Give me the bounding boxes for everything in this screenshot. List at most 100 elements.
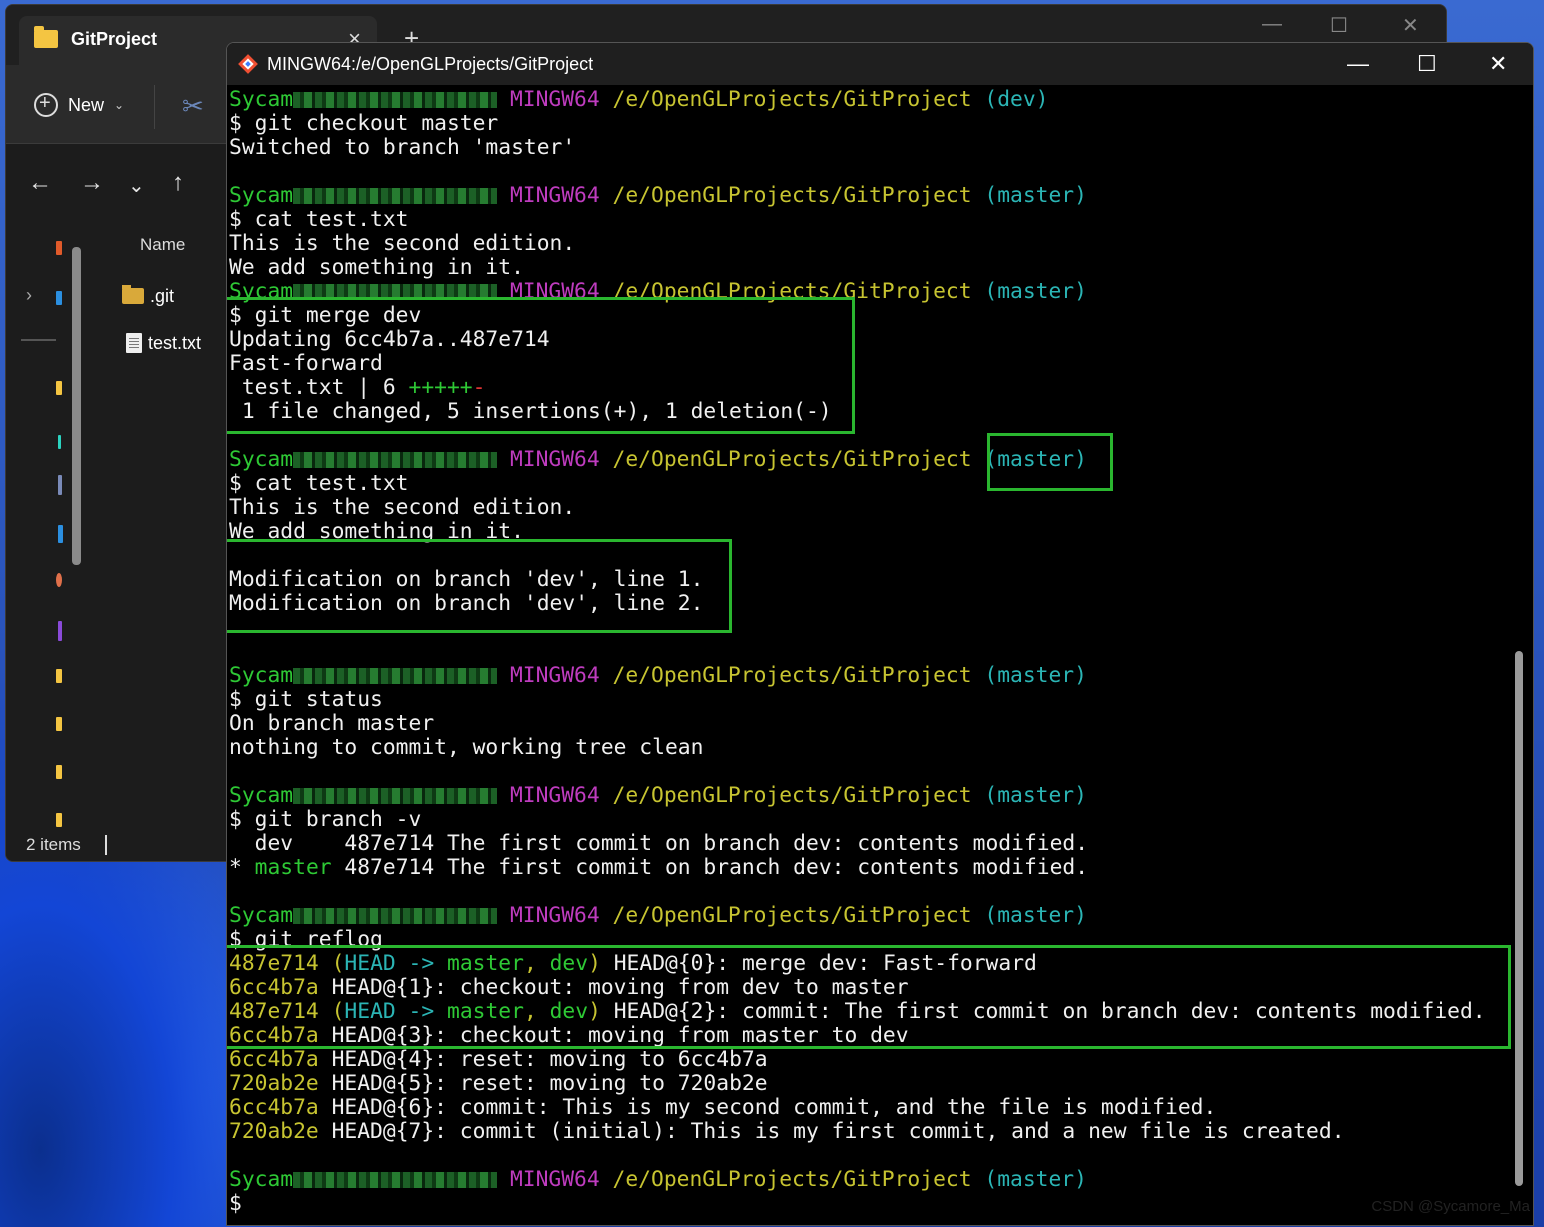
plus-circle-icon [34,92,58,117]
sidebar-divider [21,339,56,341]
redacted-hostname [293,1172,498,1188]
music-icon[interactable] [56,573,62,587]
commit-hash: 6cc4b7a [229,1047,319,1072]
prompt-path: /e/OpenGLProjects/GitProject [612,663,972,688]
reflog-message: HEAD@{4}: reset: moving to 6cc4b7a [318,1047,768,1072]
file-name: test.txt [148,332,202,353]
watermark: CSDN @Sycamore_Ma [1371,1198,1530,1215]
minimize-icon[interactable]: — [1262,13,1282,36]
prompt-user: Sycam [229,447,294,472]
file-row[interactable]: .git [122,282,174,310]
prompt-branch: (master) [984,663,1087,688]
scissors-icon[interactable]: ✂ [182,91,204,122]
redacted-hostname [293,452,498,468]
documents-icon[interactable] [58,475,62,495]
prompt-line: Sycam MINGW64 /e/OpenGLProjects/GitProje… [229,1168,1087,1192]
highlight-box-merge [227,297,855,434]
new-button[interactable]: New ⌄ [34,91,124,119]
redacted-hostname [293,668,498,684]
prompt-path: /e/OpenGLProjects/GitProject [612,903,972,928]
git-bash-icon [238,54,258,74]
prompt-host: MINGW64 [509,447,600,472]
prompt-host: MINGW64 [509,903,600,928]
reflog-line: 6cc4b7a HEAD@{4}: reset: moving to 6cc4b… [229,1048,768,1072]
file-row[interactable]: test.txt [126,329,201,357]
minimize-icon[interactable]: — [1347,51,1369,77]
tab-title: GitProject [71,29,158,49]
output-line: On branch master [229,711,435,736]
prompt-host: MINGW64 [509,783,600,808]
chevron-right-icon[interactable]: › [26,285,32,306]
command-line: $ cat test.txt [229,207,409,232]
prompt-host: MINGW64 [509,87,600,112]
folder-icon [122,285,144,304]
terminal-title: MINGW64:/e/OpenGLProjects/GitProject [267,54,594,74]
folder-icon[interactable] [56,717,62,731]
prompt-line: Sycam MINGW64 /e/OpenGLProjects/GitProje… [229,904,1087,928]
maximize-icon[interactable]: ☐ [1330,13,1348,38]
recent-locations-icon[interactable]: ⌄ [128,173,145,198]
maximize-icon[interactable]: ☐ [1417,51,1437,77]
navigation-pane: › [6,219,88,827]
redacted-hostname [293,908,498,924]
output-line: We add something in it. [229,255,524,280]
folder-icon[interactable] [56,381,62,395]
branch-line: dev 487e714 The first commit on branch d… [229,831,1089,856]
prompt-path: /e/OpenGLProjects/GitProject [612,1167,972,1192]
command-line: $ git status [229,687,383,712]
terminal-scrollbar[interactable] [1515,651,1523,1186]
cloud-icon[interactable] [56,291,62,305]
prompt-path: /e/OpenGLProjects/GitProject [612,447,972,472]
column-header-name[interactable]: Name [140,235,185,255]
chevron-down-icon: ⌄ [114,98,125,112]
reflog-message: HEAD@{5}: reset: moving to 720ab2e [318,1071,768,1096]
prompt-user: Sycam [229,903,294,928]
highlight-box-branch [987,433,1113,491]
pictures-icon[interactable] [58,525,63,543]
prompt-branch: (master) [984,903,1087,928]
mingw64-terminal-window: MINGW64:/e/OpenGLProjects/GitProject — ☐… [226,42,1534,1226]
reflog-line: 6cc4b7a HEAD@{6}: commit: This is my sec… [229,1096,1216,1120]
prompt-user: Sycam [229,783,294,808]
output-line: This is the second edition. [229,231,576,256]
prompt-branch: (master) [984,1167,1087,1192]
back-arrow-icon[interactable]: ← [28,169,52,197]
commit-hash: 720ab2e [229,1071,319,1096]
redacted-hostname [293,188,498,204]
reflog-message: HEAD@{6}: commit: This is my second comm… [318,1095,1217,1120]
close-icon[interactable]: ✕ [1402,13,1419,38]
prompt-line: Sycam MINGW64 /e/OpenGLProjects/GitProje… [229,784,1087,808]
prompt-host: MINGW64 [509,1167,600,1192]
home-icon[interactable] [56,241,62,255]
prompt-branch: (dev) [984,87,1049,112]
new-button-label: New [68,94,105,115]
current-branch-marker: * [229,855,255,880]
close-icon[interactable]: ✕ [1489,51,1507,77]
prompt-path: /e/OpenGLProjects/GitProject [612,87,972,112]
command-line: $ cat test.txt [229,471,409,496]
status-divider [105,835,107,855]
output-line: Switched to branch 'master' [229,135,576,160]
branch-line: * master 487e714 The first commit on bra… [229,856,1088,880]
downloads-icon[interactable] [58,435,61,449]
reflog-line: 720ab2e HEAD@{5}: reset: moving to 720ab… [229,1072,768,1096]
command-line[interactable]: $ [229,1192,242,1216]
prompt-path: /e/OpenGLProjects/GitProject [612,183,972,208]
item-count-status: 2 items [26,835,81,854]
sidebar-scrollbar[interactable] [72,247,81,565]
terminal-title-bar: MINGW64:/e/OpenGLProjects/GitProject — ☐… [227,43,1533,85]
videos-icon[interactable] [58,621,62,641]
prompt-branch: (master) [984,279,1087,304]
folder-icon[interactable] [56,669,62,683]
reflog-line: 720ab2e HEAD@{7}: commit (initial): This… [229,1120,1345,1144]
highlight-box-modifications [227,539,732,633]
forward-arrow-icon[interactable]: → [80,169,104,197]
redacted-hostname [293,788,498,804]
prompt-user: Sycam [229,87,294,112]
folder-icon[interactable] [56,813,62,827]
up-arrow-icon[interactable]: ↑ [172,169,184,197]
toolbar-divider [154,85,155,129]
text-file-icon [126,333,142,353]
folder-icon[interactable] [56,765,62,779]
prompt-line: Sycam MINGW64 /e/OpenGLProjects/GitProje… [229,184,1087,208]
